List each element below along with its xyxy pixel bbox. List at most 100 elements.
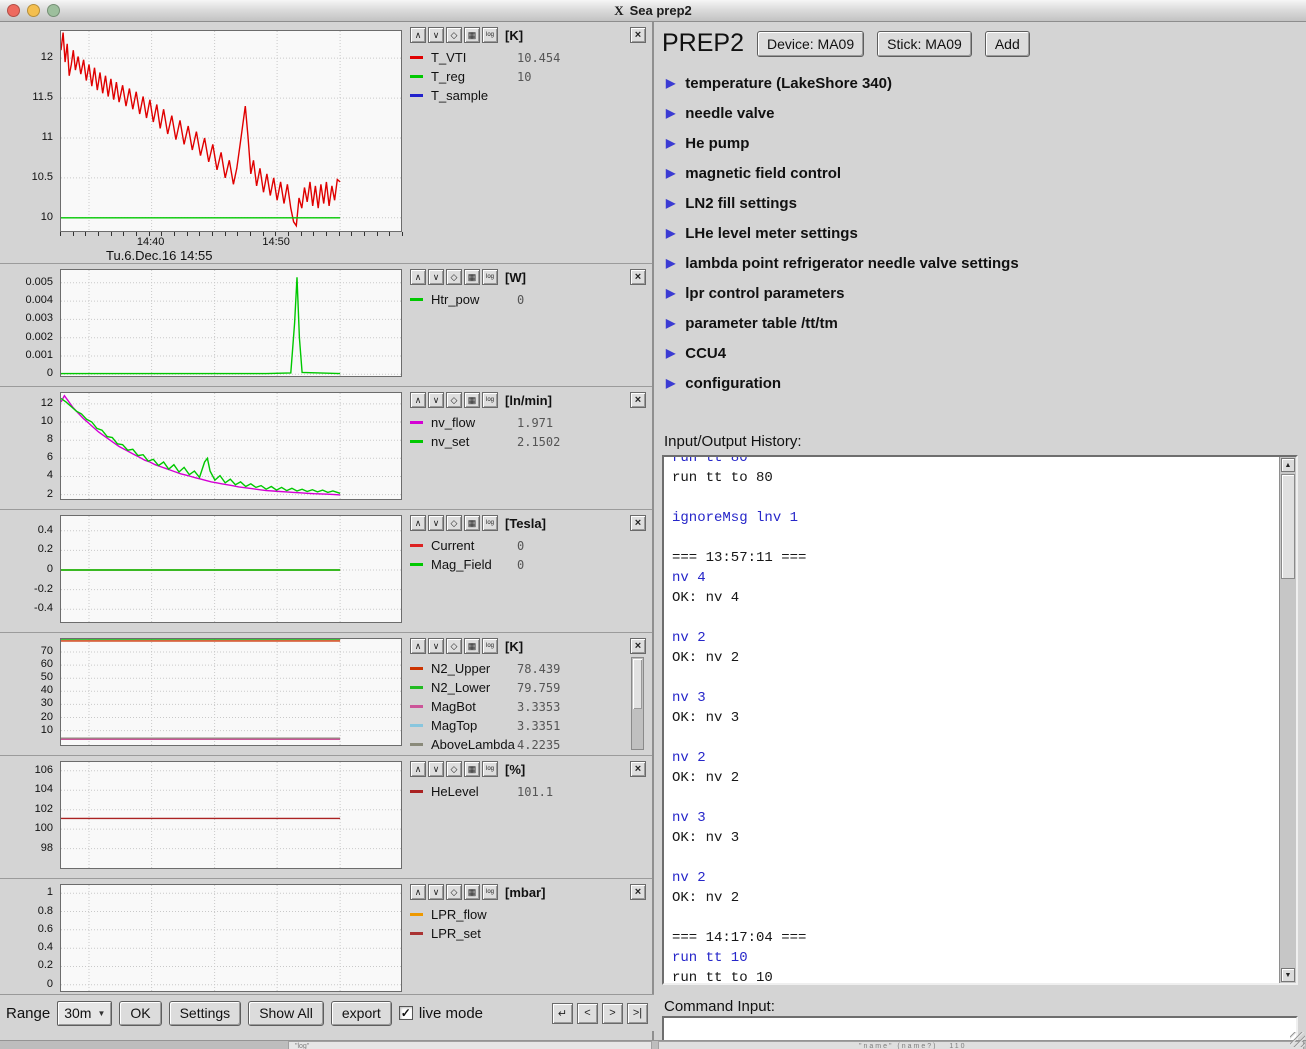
close-plot-icon[interactable]: × xyxy=(630,884,646,900)
zoom-fit-icon[interactable]: ◇ xyxy=(446,884,462,900)
legend-item-Mag_Field[interactable]: Mag_Field0 xyxy=(410,555,652,574)
plot-mode-icon[interactable]: ▦ xyxy=(464,392,480,408)
window-titlebar[interactable]: XSea prep2 xyxy=(0,0,1306,22)
expand-triangle-icon[interactable]: ▶ xyxy=(666,196,675,210)
close-plot-icon[interactable]: × xyxy=(630,269,646,285)
resize-grip-icon[interactable] xyxy=(1290,1032,1305,1047)
plot-mode-icon[interactable]: ▦ xyxy=(464,515,480,531)
section-lhe-level-meter-settings[interactable]: ▶LHe level meter settings xyxy=(666,218,1306,248)
legend-item-N2_Lower[interactable]: N2_Lower79.759 xyxy=(410,678,652,697)
live-mode-toggle[interactable]: ✓ live mode xyxy=(399,1005,483,1022)
expand-triangle-icon[interactable]: ▶ xyxy=(666,76,675,90)
legend-item-Htr_pow[interactable]: Htr_pow0 xyxy=(410,290,652,309)
expand-triangle-icon[interactable]: ▶ xyxy=(666,166,675,180)
section-ccu4[interactable]: ▶CCU4 xyxy=(666,338,1306,368)
plot-mode-icon[interactable]: ▦ xyxy=(464,269,480,285)
range-select[interactable]: 30m ▼ xyxy=(57,1001,112,1026)
pan-up-icon[interactable]: ∧ xyxy=(410,27,426,43)
jump-back-button[interactable]: ↵ xyxy=(552,1003,573,1024)
plot-mode-icon[interactable]: ▦ xyxy=(464,884,480,900)
jump-end-button[interactable]: >| xyxy=(627,1003,648,1024)
pan-down-icon[interactable]: ∨ xyxy=(428,27,444,43)
pan-up-icon[interactable]: ∧ xyxy=(410,638,426,654)
step-back-button[interactable]: < xyxy=(577,1003,598,1024)
section-needle-valve[interactable]: ▶needle valve xyxy=(666,98,1306,128)
settings-button[interactable]: Settings xyxy=(169,1001,242,1026)
pan-down-icon[interactable]: ∨ xyxy=(428,638,444,654)
expand-triangle-icon[interactable]: ▶ xyxy=(666,286,675,300)
legend-item-nv_set[interactable]: nv_set2.1502 xyxy=(410,432,652,451)
section-lpr-control-parameters[interactable]: ▶lpr control parameters xyxy=(666,278,1306,308)
add-button[interactable]: Add xyxy=(985,31,1030,57)
close-plot-icon[interactable]: × xyxy=(630,515,646,531)
legend-item-AboveLambda[interactable]: AboveLambda4.2235 xyxy=(410,735,652,754)
legend-item-Current[interactable]: Current0 xyxy=(410,536,652,555)
legend-scrollbar-thumb[interactable] xyxy=(633,659,642,709)
close-plot-icon[interactable]: × xyxy=(630,392,646,408)
show-all-button[interactable]: Show All xyxy=(248,1001,324,1026)
log-scale-icon[interactable]: log xyxy=(482,761,498,777)
legend-item-LPR_set[interactable]: LPR_set xyxy=(410,924,652,943)
ok-button[interactable]: OK xyxy=(119,1001,161,1026)
pan-up-icon[interactable]: ∧ xyxy=(410,761,426,777)
section-temperature-lakeshore-340[interactable]: ▶temperature (LakeShore 340) xyxy=(666,68,1306,98)
zoom-fit-icon[interactable]: ◇ xyxy=(446,761,462,777)
close-plot-icon[interactable]: × xyxy=(630,27,646,43)
pan-up-icon[interactable]: ∧ xyxy=(410,515,426,531)
expand-triangle-icon[interactable]: ▶ xyxy=(666,256,675,270)
pan-down-icon[interactable]: ∨ xyxy=(428,761,444,777)
legend-item-LPR_flow[interactable]: LPR_flow xyxy=(410,905,652,924)
zoom-fit-icon[interactable]: ◇ xyxy=(446,392,462,408)
zoom-fit-icon[interactable]: ◇ xyxy=(446,515,462,531)
pan-down-icon[interactable]: ∨ xyxy=(428,269,444,285)
scroll-down-icon[interactable]: ▼ xyxy=(1281,968,1295,982)
plot-canvas-he-level[interactable] xyxy=(60,761,402,869)
scrollbar-thumb[interactable] xyxy=(1281,474,1295,579)
pan-up-icon[interactable]: ∧ xyxy=(410,392,426,408)
expand-triangle-icon[interactable]: ▶ xyxy=(666,226,675,240)
plot-canvas-magnet[interactable] xyxy=(60,515,402,623)
plot-canvas-temperature[interactable] xyxy=(60,30,402,232)
log-scale-icon[interactable]: log xyxy=(482,27,498,43)
legend-item-MagTop[interactable]: MagTop3.3351 xyxy=(410,716,652,735)
log-scale-icon[interactable]: log xyxy=(482,515,498,531)
section-magnetic-field-control[interactable]: ▶magnetic field control xyxy=(666,158,1306,188)
section-he-pump[interactable]: ▶He pump xyxy=(666,128,1306,158)
legend-scrollbar[interactable] xyxy=(631,657,644,750)
close-plot-icon[interactable]: × xyxy=(630,638,646,654)
step-forward-button[interactable]: > xyxy=(602,1003,623,1024)
log-scale-icon[interactable]: log xyxy=(482,269,498,285)
zoom-fit-icon[interactable]: ◇ xyxy=(446,27,462,43)
legend-item-T_reg[interactable]: T_reg10 xyxy=(410,67,652,86)
expand-triangle-icon[interactable]: ▶ xyxy=(666,136,675,150)
section-configuration[interactable]: ▶configuration xyxy=(666,368,1306,398)
pan-up-icon[interactable]: ∧ xyxy=(410,269,426,285)
log-scale-icon[interactable]: log xyxy=(482,638,498,654)
export-button[interactable]: export xyxy=(331,1001,392,1026)
pan-up-icon[interactable]: ∧ xyxy=(410,884,426,900)
scroll-up-icon[interactable]: ▲ xyxy=(1281,458,1295,472)
plot-canvas-lpr[interactable] xyxy=(60,884,402,992)
plot-mode-icon[interactable]: ▦ xyxy=(464,27,480,43)
legend-item-MagBot[interactable]: MagBot3.3353 xyxy=(410,697,652,716)
stick-button[interactable]: Stick: MA09 xyxy=(877,31,972,57)
legend-item-T_sample[interactable]: T_sample xyxy=(410,86,652,105)
section-ln2-fill-settings[interactable]: ▶LN2 fill settings xyxy=(666,188,1306,218)
expand-triangle-icon[interactable]: ▶ xyxy=(666,106,675,120)
pan-down-icon[interactable]: ∨ xyxy=(428,884,444,900)
legend-item-N2_Upper[interactable]: N2_Upper78.439 xyxy=(410,659,652,678)
device-button[interactable]: Device: MA09 xyxy=(757,31,864,57)
section-parameter-table-tt-tm[interactable]: ▶parameter table /tt/tm xyxy=(666,308,1306,338)
plot-canvas-needle-valve[interactable] xyxy=(60,392,402,500)
zoom-fit-icon[interactable]: ◇ xyxy=(446,269,462,285)
log-scale-icon[interactable]: log xyxy=(482,392,498,408)
io-history-console[interactable]: run tt 80run tt to 80 ignoreMsg lnv 1 ==… xyxy=(662,455,1298,985)
expand-triangle-icon[interactable]: ▶ xyxy=(666,316,675,330)
zoom-fit-icon[interactable]: ◇ xyxy=(446,638,462,654)
plot-canvas-cryo-temps[interactable] xyxy=(60,638,402,746)
expand-triangle-icon[interactable]: ▶ xyxy=(666,376,675,390)
expand-triangle-icon[interactable]: ▶ xyxy=(666,346,675,360)
pan-down-icon[interactable]: ∨ xyxy=(428,515,444,531)
plot-mode-icon[interactable]: ▦ xyxy=(464,638,480,654)
pan-down-icon[interactable]: ∨ xyxy=(428,392,444,408)
